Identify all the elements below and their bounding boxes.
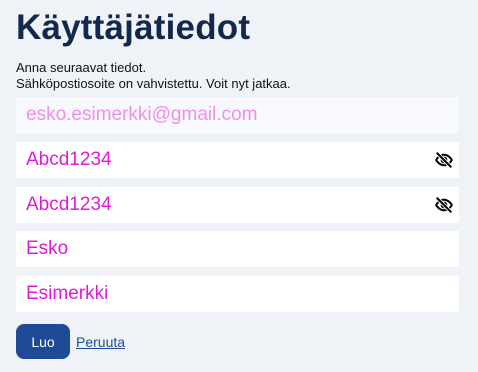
page-title: Käyttäjätiedot: [16, 8, 251, 47]
eye-off-icon[interactable]: [435, 196, 453, 214]
password-confirm-field[interactable]: [16, 187, 459, 223]
email-field-wrapper: [16, 97, 459, 133]
intro-line-2: Sähköpostiosoite on vahvistettu. Voit ny…: [16, 76, 291, 91]
eye-off-icon[interactable]: [435, 151, 453, 169]
form-actions: Luo Peruuta: [16, 324, 125, 359]
cancel-link[interactable]: Peruuta: [76, 334, 125, 350]
password-confirm-field-wrapper: [16, 187, 459, 223]
password-field-wrapper: [16, 142, 459, 178]
intro-line-1: Anna seuraavat tiedot.: [16, 60, 147, 75]
password-field[interactable]: [16, 142, 459, 178]
last-name-field-wrapper: [16, 276, 459, 312]
first-name-field[interactable]: [16, 231, 459, 267]
create-button[interactable]: Luo: [16, 324, 70, 359]
last-name-field[interactable]: [16, 276, 459, 312]
intro-text: Anna seuraavat tiedot. Sähköpostiosoite …: [16, 60, 291, 92]
email-field[interactable]: [16, 97, 459, 133]
first-name-field-wrapper: [16, 231, 459, 267]
